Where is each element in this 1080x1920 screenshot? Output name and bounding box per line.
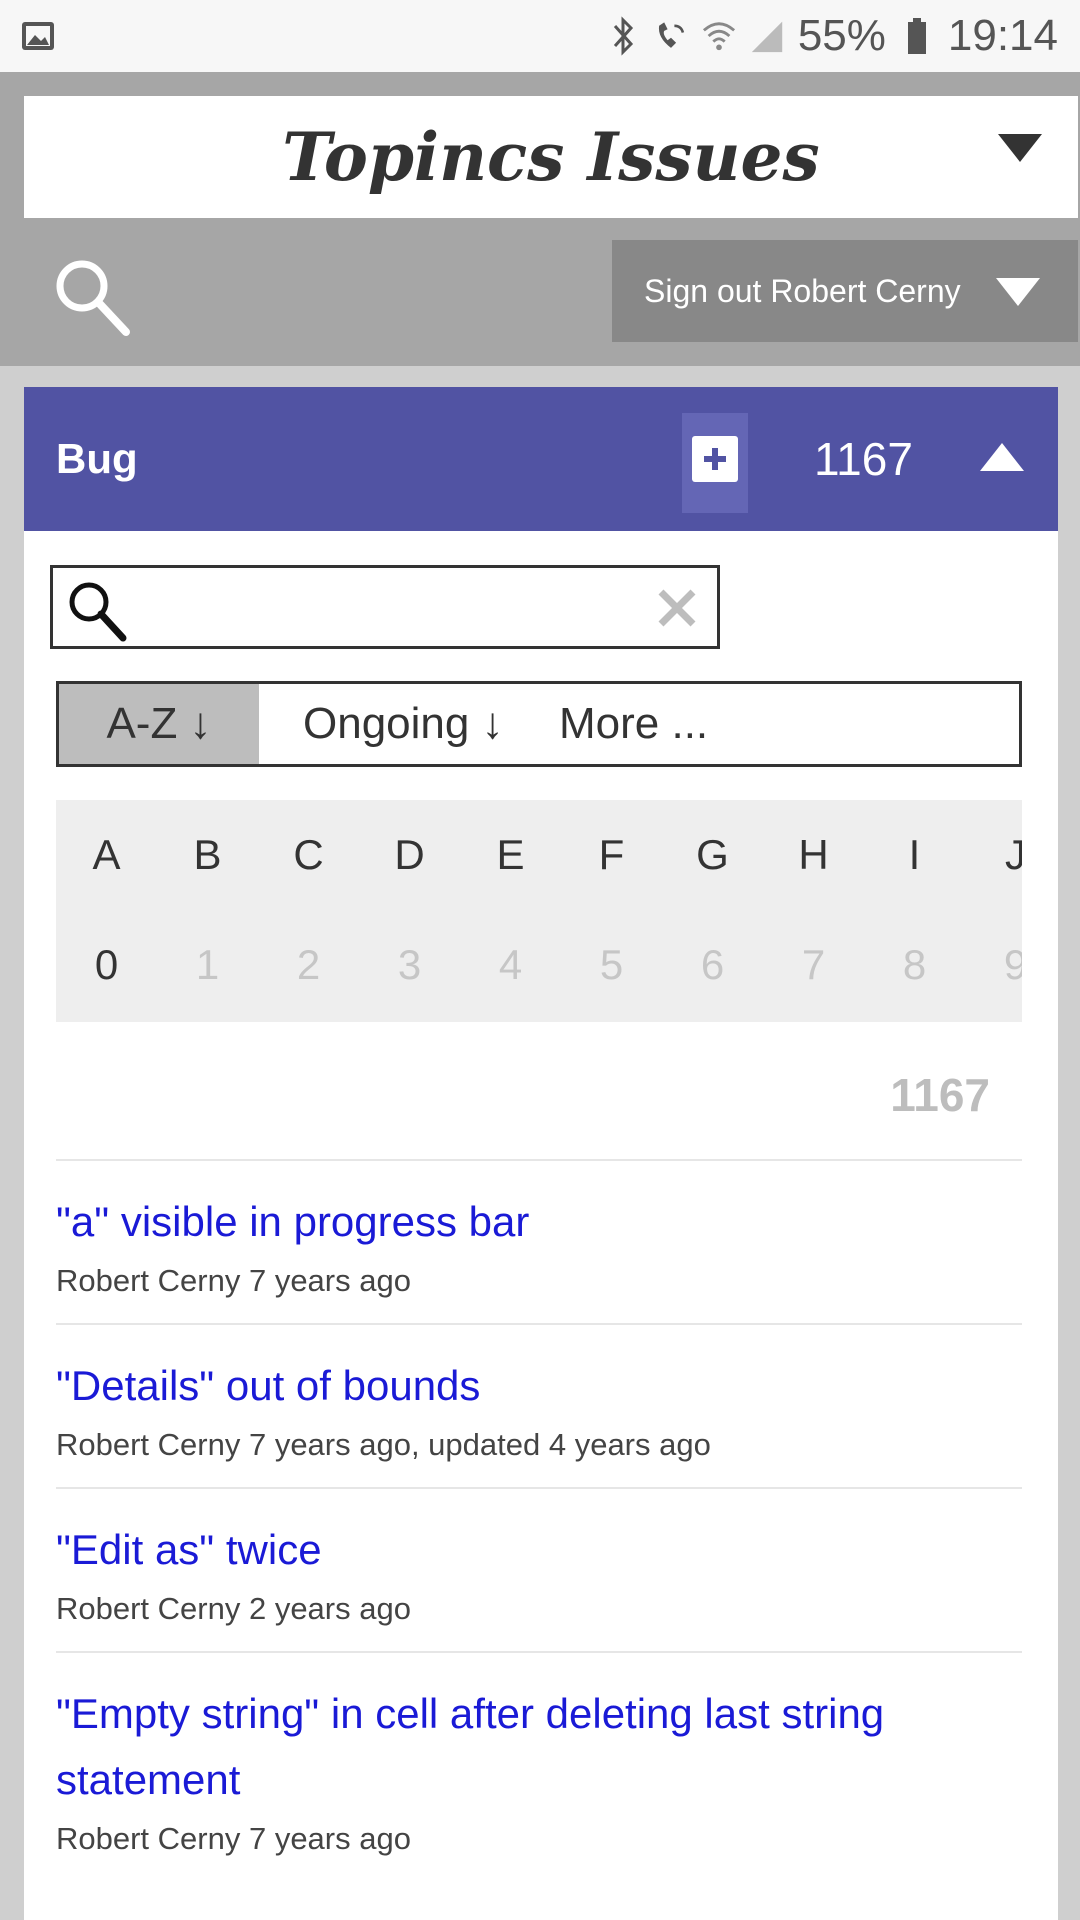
index-letter[interactable]: B <box>157 800 258 910</box>
issue-meta: Robert Cerny 7 years ago, updated 4 year… <box>56 1427 711 1462</box>
sort-tabs: A-Z ↓ Ongoing ↓ More ... <box>56 681 1022 767</box>
panel-header: Bug 1167 <box>24 387 1058 531</box>
collapse-icon[interactable] <box>980 443 1024 471</box>
bluetooth-icon <box>606 16 640 56</box>
issue-list: "a" visible in progress bar Robert Cerny… <box>56 1159 1022 1881</box>
gallery-icon <box>20 18 56 54</box>
issue-meta: Robert Cerny 7 years ago <box>56 1263 411 1298</box>
filter-input[interactable] <box>143 578 617 640</box>
issue-meta: Robert Cerny 2 years ago <box>56 1591 411 1626</box>
signout-label: Sign out Robert Cerny <box>644 273 961 309</box>
battery-percent: 55% <box>797 11 886 60</box>
panel-count: 1167 <box>814 433 913 485</box>
index-letter[interactable]: H <box>763 800 864 910</box>
search-icon <box>69 582 127 642</box>
index-letter[interactable]: G <box>662 800 763 910</box>
index-digit: 7 <box>801 941 826 988</box>
clock: 19:14 <box>947 11 1058 60</box>
index-digit[interactable]: 0 <box>56 910 157 1020</box>
index-digit: 3 <box>397 941 422 988</box>
index-letter[interactable]: J <box>965 800 1022 910</box>
tab-more[interactable]: More ... <box>509 684 708 764</box>
index-letter[interactable]: D <box>359 800 460 910</box>
filter-box <box>50 565 720 649</box>
issue-link[interactable]: "a" visible in progress bar <box>56 1189 1022 1255</box>
list-item: "Details" out of bounds Robert Cerny 7 y… <box>56 1323 1022 1487</box>
issue-link[interactable]: "Empty string" in cell after deleting la… <box>56 1681 1022 1813</box>
panel-title: Bug <box>56 435 138 482</box>
index-digit: 4 <box>498 941 523 988</box>
issue-meta: Robert Cerny 7 years ago <box>56 1821 411 1856</box>
list-item: "Empty string" in cell after deleting la… <box>56 1651 1022 1881</box>
wifi-call-icon <box>654 16 688 56</box>
index-letter[interactable]: F <box>561 800 662 910</box>
index-letter[interactable]: C <box>258 800 359 910</box>
index-letter[interactable]: E <box>460 800 561 910</box>
list-item: "Edit as" twice Robert Cerny 2 years ago <box>56 1487 1022 1651</box>
index-digit: 2 <box>296 941 321 988</box>
index-digit: 1 <box>195 941 220 988</box>
signout-button[interactable]: Sign out Robert Cerny <box>612 240 1078 342</box>
issue-link[interactable]: "Details" out of bounds <box>56 1353 1022 1419</box>
index-digit: 5 <box>599 941 624 988</box>
tab-ongoing[interactable]: Ongoing ↓ <box>259 684 509 764</box>
title-dropdown-icon[interactable] <box>998 134 1042 162</box>
app-title: Topincs Issues <box>282 118 820 196</box>
search-icon[interactable] <box>48 252 138 342</box>
result-count: 1167 <box>890 1069 990 1121</box>
add-button[interactable] <box>682 413 748 513</box>
app-title-bar[interactable]: Topincs Issues <box>24 96 1078 218</box>
index-letter[interactable]: I <box>864 800 965 910</box>
index-digit: 9 <box>1003 941 1022 988</box>
chevron-down-icon[interactable] <box>996 278 1040 306</box>
signal-icon <box>750 16 784 56</box>
clear-icon[interactable] <box>655 586 699 630</box>
battery-icon <box>900 16 934 56</box>
wifi-icon <box>702 16 736 56</box>
bug-panel: Bug 1167 A-Z ↓ Ongoing ↓ More ... A B C … <box>24 387 1058 1920</box>
plus-icon <box>692 436 738 482</box>
index-digit: 6 <box>700 941 725 988</box>
index-letter[interactable]: A <box>56 800 157 910</box>
alphabet-index: A B C D E F G H I J 0 1 2 3 4 5 6 7 8 9 <box>56 800 1022 1022</box>
tab-az[interactable]: A-Z ↓ <box>59 684 259 764</box>
status-bar: 55% 19:14 <box>0 0 1080 72</box>
index-digit: 8 <box>902 941 927 988</box>
list-item: "a" visible in progress bar Robert Cerny… <box>56 1159 1022 1323</box>
issue-link[interactable]: "Edit as" twice <box>56 1517 1022 1583</box>
